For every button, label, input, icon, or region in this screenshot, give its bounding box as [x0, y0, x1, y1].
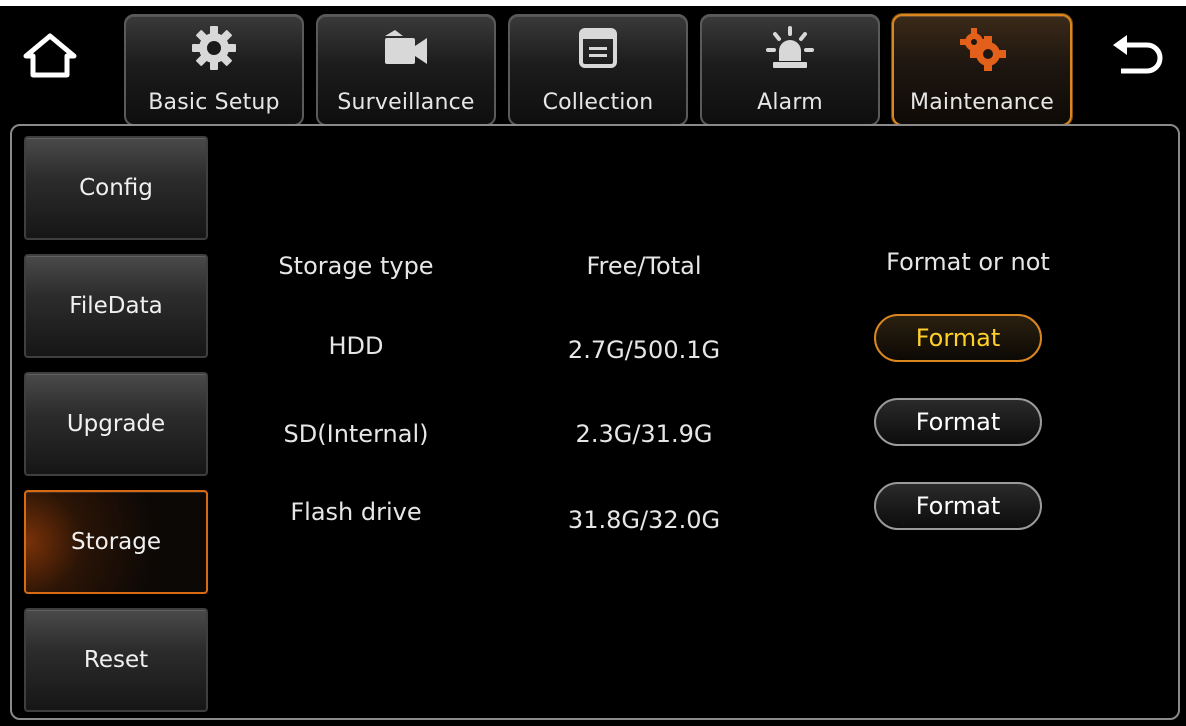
- storage-type-flash: Flash drive: [290, 498, 422, 526]
- storage-space-hdd: 2.7G/500.1G: [567, 336, 721, 364]
- sidebar-item-label: Reset: [83, 647, 149, 673]
- sidebar-item-upgrade[interactable]: Upgrade: [24, 372, 208, 476]
- maintenance-gears-icon: [894, 24, 1070, 72]
- tab-basic-setup[interactable]: Basic Setup: [124, 14, 304, 126]
- window-icon: [510, 24, 686, 72]
- home-button[interactable]: [18, 26, 82, 90]
- header-storage-type: Storage type: [278, 252, 434, 280]
- storage-type-sd: SD(Internal): [283, 420, 429, 448]
- format-button-hdd[interactable]: Format: [874, 314, 1042, 362]
- home-icon: [21, 31, 79, 85]
- storage-type-hdd: HDD: [328, 332, 384, 360]
- back-button[interactable]: [1104, 26, 1168, 90]
- tab-maintenance[interactable]: Maintenance: [892, 14, 1072, 126]
- sidebar-item-storage[interactable]: Storage: [24, 490, 208, 594]
- back-arrow-icon: [1109, 31, 1163, 85]
- sidebar-item-label: Storage: [71, 529, 161, 555]
- sidebar-item-filedata[interactable]: FileData: [24, 254, 208, 358]
- top-toolbar: Basic Setup Surveillance Collection Alar…: [0, 6, 1186, 126]
- tab-collection[interactable]: Collection: [508, 14, 688, 126]
- sidebar-item-reset[interactable]: Reset: [24, 608, 208, 712]
- header-format-or-not: Format or not: [886, 248, 1050, 276]
- content-panel: Config FileData Upgrade Storage Reset St…: [10, 124, 1180, 720]
- storage-space-flash: 31.8G/32.0G: [567, 506, 721, 534]
- format-button-flash[interactable]: Format: [874, 482, 1042, 530]
- gear-icon: [126, 24, 302, 72]
- sidebar-item-config[interactable]: Config: [24, 136, 208, 240]
- format-button-sd[interactable]: Format: [874, 398, 1042, 446]
- tab-label: Maintenance: [910, 90, 1054, 115]
- tab-label: Surveillance: [337, 90, 475, 115]
- tab-label: Basic Setup: [148, 90, 280, 115]
- alarm-light-icon: [702, 24, 878, 72]
- tab-alarm[interactable]: Alarm: [700, 14, 880, 126]
- video-camera-icon: [318, 24, 494, 72]
- sidebar-item-label: Config: [79, 175, 153, 201]
- tab-surveillance[interactable]: Surveillance: [316, 14, 496, 126]
- tab-label: Alarm: [757, 90, 823, 115]
- tab-label: Collection: [542, 90, 654, 115]
- sidebar-item-label: FileData: [69, 293, 163, 319]
- header-free-total: Free/Total: [586, 252, 702, 280]
- sidebar-item-label: Upgrade: [66, 411, 166, 437]
- storage-space-sd: 2.3G/31.9G: [575, 420, 713, 448]
